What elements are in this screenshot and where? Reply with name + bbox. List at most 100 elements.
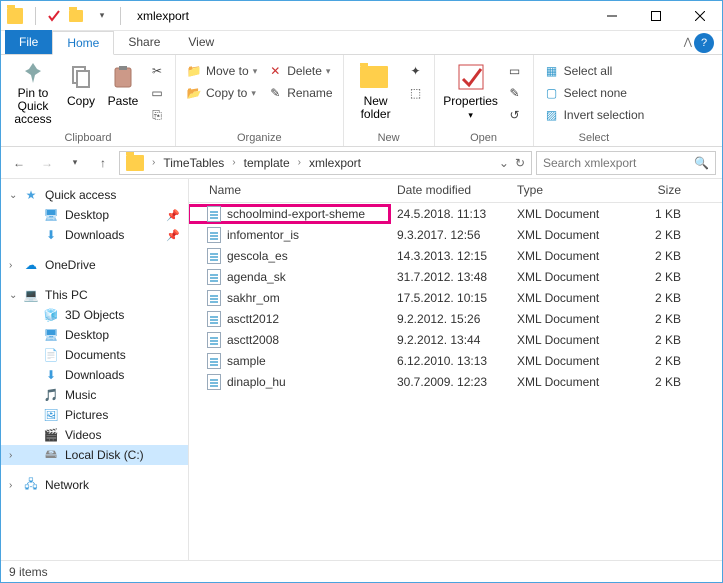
nav-this-pc[interactable]: ⌄💻This PC <box>1 285 188 305</box>
select-all-icon: ▦ <box>544 63 560 79</box>
col-name[interactable]: Name <box>189 179 389 202</box>
nav-pane: ⌄★Quick access 🖥Desktop📌 ⬇Downloads📌 ›☁O… <box>1 179 189 560</box>
ribbon-group-clipboard: Pin to Quick access Copy Paste ✂ ▭ ⎘ Cli… <box>1 55 176 146</box>
titlebar: ▾ xmlexport <box>1 1 722 31</box>
file-date-cell: 9.2.2012. 15:26 <box>389 312 509 326</box>
nav-desktop2[interactable]: 🖥Desktop <box>1 325 188 345</box>
nav-local-disk-c[interactable]: ›🖴Local Disk (C:) <box>1 445 188 465</box>
file-row[interactable]: agenda_sk31.7.2012. 13:48XML Document2 K… <box>189 266 722 287</box>
nav-downloads[interactable]: ⬇Downloads📌 <box>1 225 188 245</box>
select-none-button[interactable]: ▢Select none <box>540 83 649 103</box>
dropdown-icon[interactable]: ⌄ <box>499 156 509 170</box>
file-row[interactable]: dinaplo_hu30.7.2009. 12:23XML Document2 … <box>189 371 722 392</box>
invert-selection-button[interactable]: ▨Invert selection <box>540 105 649 125</box>
caret-right-icon[interactable]: › <box>9 260 12 271</box>
chevron-right-icon[interactable]: › <box>294 157 305 168</box>
select-all-button[interactable]: ▦Select all <box>540 61 649 81</box>
breadcrumb-item[interactable]: template <box>240 152 294 174</box>
nav-back-button[interactable]: ← <box>7 151 31 175</box>
pin-icon <box>17 61 49 85</box>
search-input[interactable]: Search xmlexport 🔍 <box>536 151 716 175</box>
clipboard-small-buttons: ✂ ▭ ⎘ <box>145 59 169 125</box>
address-bar[interactable]: › TimeTables › template › xmlexport ⌄ ↻ <box>119 151 532 175</box>
chevron-right-icon[interactable]: › <box>148 157 159 168</box>
paste-button[interactable]: Paste <box>103 59 143 125</box>
breadcrumb-item[interactable]: TimeTables <box>159 152 228 174</box>
nav-up-button[interactable]: ↑ <box>91 151 115 175</box>
copy-to-button[interactable]: 📂Copy to ▾ <box>182 83 261 103</box>
paste-shortcut-button[interactable]: ⎘ <box>145 105 169 125</box>
paste-shortcut-icon: ⎘ <box>149 107 165 123</box>
nav-forward-button[interactable]: → <box>35 151 59 175</box>
caret-down-icon[interactable]: ⌄ <box>9 190 17 201</box>
file-name-cell: sakhr_om <box>189 290 389 306</box>
tab-home[interactable]: Home <box>52 31 114 55</box>
xml-file-icon <box>207 269 221 285</box>
nav-quick-access[interactable]: ⌄★Quick access <box>1 185 188 205</box>
chevron-right-icon[interactable]: › <box>228 157 239 168</box>
nav-desktop[interactable]: 🖥Desktop📌 <box>1 205 188 225</box>
minimize-button[interactable] <box>590 1 634 31</box>
col-date[interactable]: Date modified <box>389 179 509 202</box>
new-item-button[interactable]: ✦ <box>404 61 428 81</box>
nav-onedrive[interactable]: ›☁OneDrive <box>1 255 188 275</box>
qat-customize-button[interactable]: ▾ <box>92 6 112 26</box>
edit-button[interactable]: ✎ <box>503 83 527 103</box>
qat-properties-button[interactable] <box>44 6 64 26</box>
nav-music[interactable]: 🎵Music <box>1 385 188 405</box>
help-button[interactable]: ? <box>694 33 714 53</box>
copy-button[interactable]: Copy <box>61 59 101 125</box>
easy-access-button[interactable]: ⬚ <box>404 83 428 103</box>
desktop-icon: 🖥 <box>43 327 59 343</box>
close-button[interactable] <box>678 1 722 31</box>
col-type[interactable]: Type <box>509 179 619 202</box>
properties-button[interactable]: Properties ▾ <box>441 59 501 125</box>
file-name-cell: schoolmind-export-sheme <box>189 206 389 222</box>
refresh-button[interactable]: ↻ <box>515 156 525 170</box>
delete-button[interactable]: ✕Delete ▾ <box>263 61 336 81</box>
tab-view[interactable]: View <box>174 30 228 54</box>
nav-documents[interactable]: 📄Documents <box>1 345 188 365</box>
open-button[interactable]: ▭ <box>503 61 527 81</box>
file-row[interactable]: schoolmind-export-sheme24.5.2018. 11:13X… <box>189 203 722 224</box>
file-size-cell: 2 KB <box>619 249 689 263</box>
file-row[interactable]: asctt20129.2.2012. 15:26XML Document2 KB <box>189 308 722 329</box>
qat-newfolder-button[interactable] <box>68 6 88 26</box>
nav-3d-objects[interactable]: 🧊3D Objects <box>1 305 188 325</box>
file-type-cell: XML Document <box>509 249 619 263</box>
breadcrumb-item[interactable]: xmlexport <box>305 152 365 174</box>
file-row[interactable]: sakhr_om17.5.2012. 10:15XML Document2 KB <box>189 287 722 308</box>
nav-recent-button[interactable]: ▾ <box>63 151 87 175</box>
maximize-button[interactable] <box>634 1 678 31</box>
move-to-button[interactable]: 📁Move to ▾ <box>182 61 261 81</box>
file-row[interactable]: asctt20089.2.2012. 13:44XML Document2 KB <box>189 329 722 350</box>
ribbon-group-open: Properties ▾ ▭ ✎ ↺ Open <box>435 55 534 146</box>
pin-icon: 📌 <box>166 209 180 222</box>
rename-button[interactable]: ✎Rename <box>263 83 336 103</box>
ribbon-group-organize: 📁Move to ▾ 📂Copy to ▾ ✕Delete ▾ ✎Rename … <box>176 55 344 146</box>
file-name: sample <box>227 354 266 368</box>
col-size[interactable]: Size <box>619 179 689 202</box>
caret-right-icon[interactable]: › <box>9 450 12 461</box>
nav-videos[interactable]: 🎬Videos <box>1 425 188 445</box>
network-icon: 🖧 <box>23 477 39 493</box>
ribbon-collapse-button[interactable]: ⋀ <box>684 37 692 48</box>
nav-downloads2[interactable]: ⬇Downloads <box>1 365 188 385</box>
pin-quick-access-button[interactable]: Pin to Quick access <box>7 59 59 125</box>
cut-button[interactable]: ✂ <box>145 61 169 81</box>
file-row[interactable]: sample6.12.2010. 13:13XML Document2 KB <box>189 350 722 371</box>
caret-right-icon[interactable]: › <box>9 480 12 491</box>
download-icon: ⬇ <box>43 367 59 383</box>
new-folder-button[interactable]: New folder <box>350 59 402 125</box>
paste-icon <box>107 61 139 93</box>
file-type-cell: XML Document <box>509 207 619 221</box>
history-button[interactable]: ↺ <box>503 105 527 125</box>
nav-pictures[interactable]: 🖼Pictures <box>1 405 188 425</box>
file-row[interactable]: gescola_es14.3.2013. 12:15XML Document2 … <box>189 245 722 266</box>
tab-file[interactable]: File <box>5 30 52 54</box>
file-row[interactable]: infomentor_is9.3.2017. 12:56XML Document… <box>189 224 722 245</box>
tab-share[interactable]: Share <box>114 30 174 54</box>
nav-network[interactable]: ›🖧Network <box>1 475 188 495</box>
copy-path-button[interactable]: ▭ <box>145 83 169 103</box>
caret-down-icon[interactable]: ⌄ <box>9 290 17 301</box>
